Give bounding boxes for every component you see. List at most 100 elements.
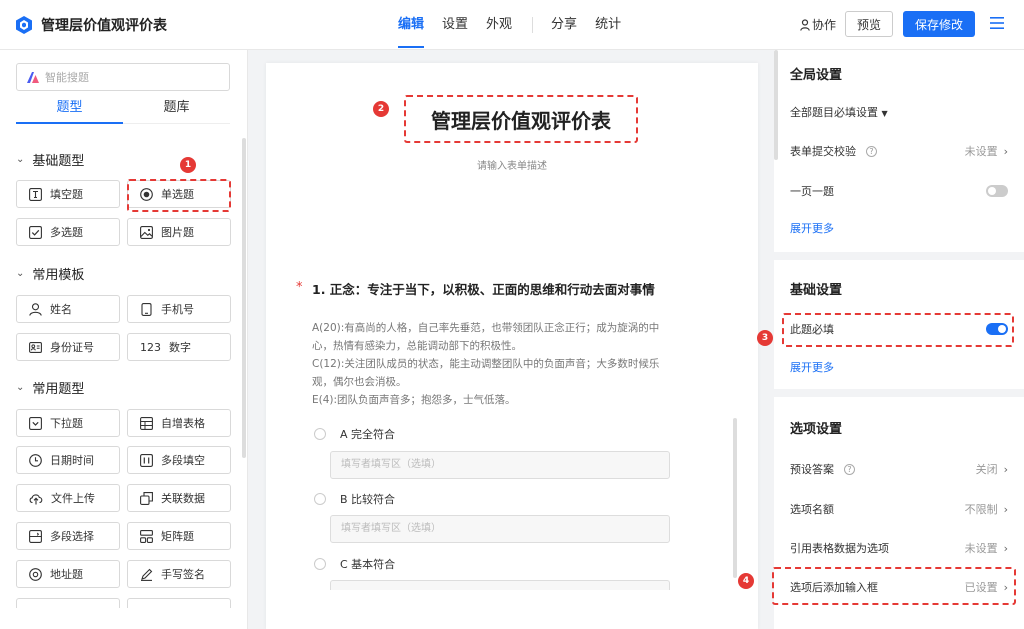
canvas-scrollbar[interactable] <box>733 418 737 578</box>
chip-multi-fill-label: 多段填空 <box>161 454 205 467</box>
question-description-line: 观，偶尔也会消极。 <box>312 376 407 388</box>
option-c-input[interactable] <box>330 580 670 590</box>
question-description[interactable]: A(20):有高尚的人格，自己率先垂范，也带领团队正念正行；成为旋涡的中 心，热… <box>312 319 692 409</box>
caret-down-icon: ▼ <box>881 109 888 118</box>
link-data-icon <box>140 491 153 505</box>
checkbox-icon <box>29 225 42 239</box>
question-type-panel: 智能搜题 题型 题库 ⌄ 基础题型 填空题 单选题 多选题 图片题 ⌄ 常用模板… <box>0 50 248 629</box>
chip-matrix[interactable]: 矩阵题 <box>127 522 231 550</box>
chip-number[interactable]: 123 数字 <box>127 333 231 361</box>
chip-datetime[interactable]: 日期时间 <box>16 446 120 474</box>
tab-question-bank[interactable]: 题库 <box>123 98 230 123</box>
chip-multi-fill[interactable]: 多段填空 <box>127 446 231 474</box>
question-description-line: 心，热情有感染力，总能调动部下的积极性。 <box>312 340 522 352</box>
chip-name-label: 姓名 <box>50 303 72 316</box>
table-data-option-setting[interactable]: 引用表格数据为选项 未设置 › <box>790 540 1008 556</box>
collab-button[interactable]: 协作 <box>800 16 836 33</box>
chip-name[interactable]: 姓名 <box>16 295 120 323</box>
chip-dropdown[interactable]: 下拉题 <box>16 409 120 437</box>
chevron-right-icon: › <box>1003 502 1008 516</box>
form-description[interactable]: 请输入表单描述 <box>266 157 758 172</box>
right-scrollbar[interactable] <box>774 50 778 160</box>
preset-answer-label: 预设答案 <box>790 463 834 476</box>
one-per-page-label: 一页一题 <box>790 185 834 198</box>
option-settings-title: 选项设置 <box>790 422 843 437</box>
chip-file-upload[interactable]: 文件上传 <box>16 484 120 512</box>
chip-multi-choice-label: 多选题 <box>50 226 83 239</box>
app-logo-icon <box>16 16 32 34</box>
global-expand-link[interactable]: 展开更多 <box>790 220 834 236</box>
section-common-templates-label: 常用模板 <box>32 268 85 283</box>
radio-button[interactable] <box>314 558 326 570</box>
chip-image-question-label: 图片题 <box>161 226 194 239</box>
option-b[interactable]: B 比较符合 <box>314 491 395 507</box>
tab-question-types[interactable]: 题型 <box>16 98 123 124</box>
chip-phone[interactable]: 手机号 <box>127 295 231 323</box>
panel-tabs: 题型 题库 <box>16 98 230 124</box>
help-icon[interactable]: ? <box>866 145 877 157</box>
section-gap <box>774 389 1024 397</box>
required-star: * <box>296 280 303 295</box>
radio-button[interactable] <box>314 493 326 505</box>
chevron-down-icon: ⌄ <box>16 268 25 279</box>
table-data-option-value: 未设置 <box>964 542 998 555</box>
nav-settings[interactable]: 设置 <box>442 0 468 50</box>
nav-appearance[interactable]: 外观 <box>486 0 512 50</box>
help-icon[interactable]: ? <box>844 463 855 475</box>
option-b-input[interactable]: 填写者填写区（选填） <box>330 515 670 543</box>
chip-datetime-label: 日期时间 <box>50 454 94 467</box>
annotation-badge: 2 <box>373 101 389 117</box>
main-nav: 编辑 设置 外观 分享 统计 <box>398 0 639 50</box>
radio-button[interactable] <box>314 428 326 440</box>
chip-signature[interactable]: 手写签名 <box>127 560 231 588</box>
chip-auto-table[interactable]: 自增表格 <box>127 409 231 437</box>
chip-fill-blank[interactable]: 填空题 <box>16 180 120 208</box>
form-title[interactable]: 管理层价值观评价表 <box>404 95 638 143</box>
ai-icon <box>27 71 39 83</box>
toggle-knob <box>988 187 996 195</box>
save-button[interactable]: 保存修改 <box>903 11 975 37</box>
chip-address[interactable]: 地址题 <box>16 560 120 588</box>
basic-expand-link[interactable]: 展开更多 <box>790 359 834 375</box>
submit-check-setting[interactable]: 表单提交校验? 未设置 › <box>790 143 1008 159</box>
section-common-types[interactable]: ⌄ 常用题型 <box>16 378 84 397</box>
chip-id-number[interactable]: 身份证号 <box>16 333 120 361</box>
all-required-setting[interactable]: 全部题目必填设置 ▼ <box>790 104 1008 120</box>
chip-multi-select[interactable]: 多段选择 <box>16 522 120 550</box>
chip-multi-choice[interactable]: 多选题 <box>16 218 120 246</box>
one-per-page-toggle[interactable] <box>986 185 1008 197</box>
phone-icon <box>141 302 152 316</box>
section-basic-types[interactable]: ⌄ 基础题型 <box>16 150 84 169</box>
option-quota-setting[interactable]: 选项名额 不限制 › <box>790 501 1008 517</box>
option-a-input[interactable]: 填写者填写区（选填） <box>330 451 670 479</box>
chip-partial <box>127 598 231 608</box>
option-b-label: B 比较符合 <box>340 493 396 506</box>
option-a-label: A 完全符合 <box>340 428 396 441</box>
question-title[interactable]: 1. 正念：专注于当下，以积极、正面的思维和行动去面对事情 <box>312 279 655 298</box>
hamburger-menu-icon[interactable] <box>990 16 1004 30</box>
nav-stats[interactable]: 统计 <box>595 0 621 50</box>
chevron-right-icon: › <box>1003 144 1008 158</box>
signature-icon <box>141 568 153 581</box>
nav-share[interactable]: 分享 <box>551 0 577 50</box>
top-bar: 管理层价值观评价表 编辑 设置 外观 分享 统计 协作 预览 保存修改 <box>0 0 1024 50</box>
option-a[interactable]: A 完全符合 <box>314 426 395 442</box>
multi-select-icon <box>29 529 42 543</box>
section-common-templates[interactable]: ⌄ 常用模板 <box>16 264 84 283</box>
annotation-badge: 3 <box>757 330 773 346</box>
chip-linked-data[interactable]: 关联数据 <box>127 484 231 512</box>
section-basic-types-label: 基础题型 <box>32 154 85 169</box>
annotation-badge: 1 <box>180 157 196 173</box>
preset-answer-setting[interactable]: 预设答案? 关闭 › <box>790 461 1008 477</box>
preview-button[interactable]: 预览 <box>845 11 893 37</box>
chip-dropdown-label: 下拉题 <box>50 417 83 430</box>
chip-image-question[interactable]: 图片题 <box>127 218 231 246</box>
option-c[interactable]: C 基本符合 <box>314 556 395 572</box>
left-scrollbar[interactable] <box>242 138 246 458</box>
chip-phone-label: 手机号 <box>161 303 194 316</box>
ai-search-input[interactable]: 智能搜题 <box>16 63 230 91</box>
submit-check-value: 未设置 <box>964 145 998 158</box>
collab-label: 协作 <box>812 18 837 32</box>
chip-multi-select-label: 多段选择 <box>50 530 94 543</box>
nav-edit[interactable]: 编辑 <box>398 0 425 50</box>
